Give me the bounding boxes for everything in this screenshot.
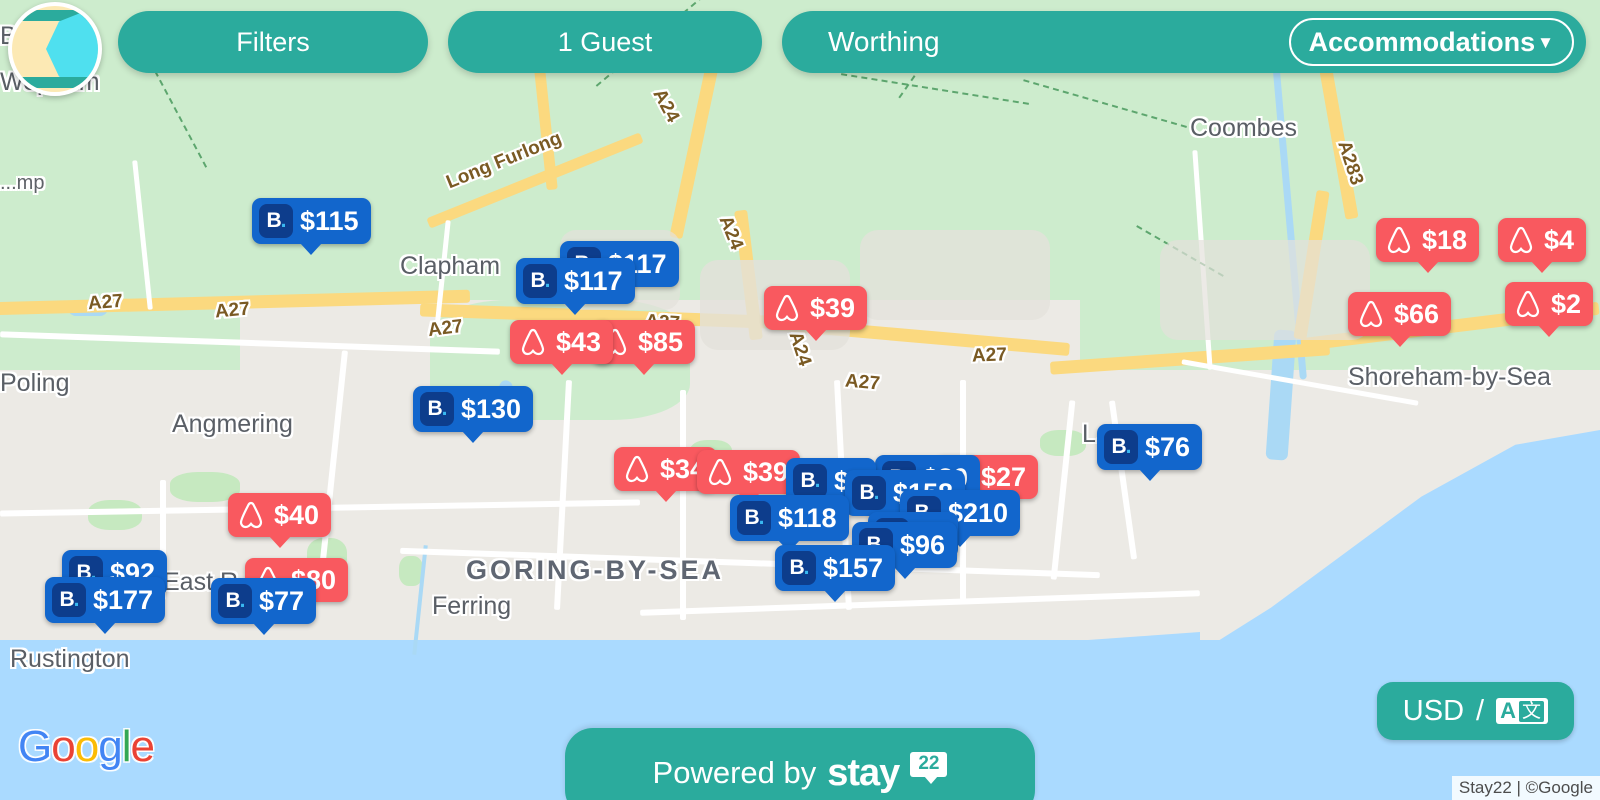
- map-canvas[interactable]: Bu...nWepham...mpPolingAngmeringClaphamC…: [0, 0, 1600, 800]
- map-road-label: A27: [87, 290, 124, 315]
- price-label: $85: [638, 326, 684, 357]
- map-place-label: Shoreham-by-Sea: [1348, 363, 1551, 391]
- chevron-down-icon: ▼: [1537, 32, 1554, 52]
- price-marker-booking[interactable]: B.$117: [516, 258, 635, 304]
- airbnb-logo-icon: [1512, 288, 1544, 320]
- search-bar[interactable]: Accommodations ▼: [782, 11, 1586, 73]
- price-marker-airbnb[interactable]: $39: [764, 286, 868, 330]
- map-place-label: Angmering: [172, 410, 293, 438]
- airbnb-logo-icon: [1383, 224, 1415, 256]
- google-letter-e: e: [130, 722, 155, 771]
- booking-logo-icon: B.: [523, 264, 557, 298]
- airbnb-logo-icon: [235, 499, 267, 531]
- price-marker-booking[interactable]: B. $76: [1097, 424, 1203, 470]
- booking-logo-icon: B.: [259, 204, 293, 238]
- price-label: $96: [900, 529, 946, 560]
- map-place-label: Clapham: [400, 252, 501, 280]
- map-park: [88, 500, 142, 530]
- price-label: $2: [1551, 288, 1582, 319]
- map-place-label: GORING-BY-SEA: [466, 555, 725, 585]
- separator-label: /: [1476, 694, 1485, 727]
- filters-button[interactable]: Filters: [118, 11, 428, 73]
- guests-button[interactable]: 1 Guest: [448, 11, 762, 73]
- price-label: $39: [743, 456, 789, 487]
- airbnb-logo-icon: [517, 326, 549, 358]
- price-marker-booking[interactable]: B. $118: [730, 495, 849, 541]
- top-toolbar: Filters 1 Guest Accommodations ▼: [0, 8, 1600, 76]
- currency-label: USD: [1402, 694, 1465, 727]
- map-place-label: Coombes: [1190, 114, 1297, 142]
- price-label: $27: [981, 461, 1027, 492]
- accommodations-label: Accommodations: [1308, 26, 1536, 57]
- price-marker-airbnb[interactable]: $18: [1376, 218, 1480, 262]
- price-label: $76: [1145, 431, 1191, 462]
- price-marker-airbnb[interactable]: $66: [1348, 292, 1452, 336]
- translate-cjk-glyph: 文: [1518, 700, 1544, 722]
- accommodations-dropdown-button[interactable]: Accommodations ▼: [1288, 18, 1574, 66]
- airbnb-logo-icon: [621, 453, 653, 485]
- price-label: $157: [823, 552, 884, 583]
- booking-logo-icon: B.: [793, 464, 827, 498]
- powered-by-stay22-banner[interactable]: Powered by stay 22: [565, 728, 1035, 800]
- translate-latin-glyph: A: [1500, 698, 1516, 723]
- price-label: $43: [556, 326, 602, 357]
- price-marker-airbnb[interactable]: $2: [1505, 282, 1594, 326]
- price-label: $117: [564, 265, 623, 296]
- google-letter-o2: o: [74, 722, 100, 771]
- map-place-label: Rustington: [10, 645, 130, 673]
- booking-logo-icon: B.: [52, 583, 86, 617]
- price-marker-airbnb[interactable]: $4: [1498, 218, 1587, 262]
- price-label: $4: [1544, 224, 1575, 255]
- map-attribution: Stay22 | ©Google: [1451, 776, 1600, 800]
- map-place-label: Ferring: [432, 592, 512, 620]
- powered-by-label: Powered by: [652, 755, 817, 790]
- price-label: $115: [300, 205, 359, 236]
- price-marker-booking[interactable]: B. $130: [413, 386, 534, 432]
- map-place-label: ...mp: [0, 172, 45, 194]
- booking-logo-icon: B.: [852, 476, 886, 510]
- booking-logo-icon: B.: [737, 501, 771, 535]
- map-road-label: A27: [214, 298, 251, 323]
- price-label: $40: [274, 499, 320, 530]
- search-input[interactable]: [828, 26, 1289, 58]
- price-marker-booking[interactable]: B. $77: [211, 578, 317, 624]
- avatar-band-bottom: [12, 77, 98, 88]
- airbnb-logo-icon: [771, 292, 803, 324]
- price-label: $66: [1394, 298, 1440, 329]
- price-marker-airbnb[interactable]: $39: [697, 450, 801, 494]
- airbnb-logo-icon: [1505, 224, 1537, 256]
- currency-language-toggle[interactable]: USD / A 文: [1376, 682, 1574, 740]
- price-label: $18: [1422, 224, 1468, 255]
- booking-logo-icon: B.: [782, 551, 816, 585]
- price-label: $39: [810, 292, 856, 323]
- price-marker-airbnb[interactable]: $40: [228, 493, 332, 537]
- stay22-badge-icon: 22: [910, 751, 948, 784]
- google-letter-o1: o: [51, 722, 76, 771]
- price-label: $177: [93, 584, 154, 615]
- google-letter-g1: G: [18, 722, 52, 771]
- google-logo[interactable]: Google: [18, 722, 155, 772]
- price-label: $130: [461, 393, 522, 424]
- map-block: [860, 230, 1050, 320]
- booking-logo-icon: B.: [420, 392, 454, 426]
- booking-logo-icon: B.: [218, 584, 252, 618]
- price-marker-booking[interactable]: B. $177: [45, 577, 166, 623]
- airbnb-logo-icon: [1355, 298, 1387, 330]
- map-place-label: Poling: [0, 369, 70, 397]
- map-block: [1160, 240, 1370, 340]
- price-label: $118: [778, 502, 837, 533]
- profile-avatar-icon[interactable]: [8, 2, 102, 96]
- price-marker-airbnb[interactable]: $43: [510, 320, 614, 364]
- booking-logo-icon: B.: [1104, 430, 1138, 464]
- google-letter-g2: g: [98, 722, 123, 771]
- price-label: $77: [259, 585, 305, 616]
- translate-icon[interactable]: A 文: [1496, 698, 1548, 724]
- stay22-wordmark: stay: [827, 751, 900, 794]
- price-marker-booking[interactable]: B. $157: [775, 545, 896, 591]
- map-road-label: A27: [844, 370, 881, 395]
- map-road-label: A27: [971, 344, 1008, 367]
- map-road-label: A27: [426, 315, 464, 342]
- airbnb-logo-icon: [704, 456, 736, 488]
- price-marker-booking[interactable]: B. $115: [252, 198, 371, 244]
